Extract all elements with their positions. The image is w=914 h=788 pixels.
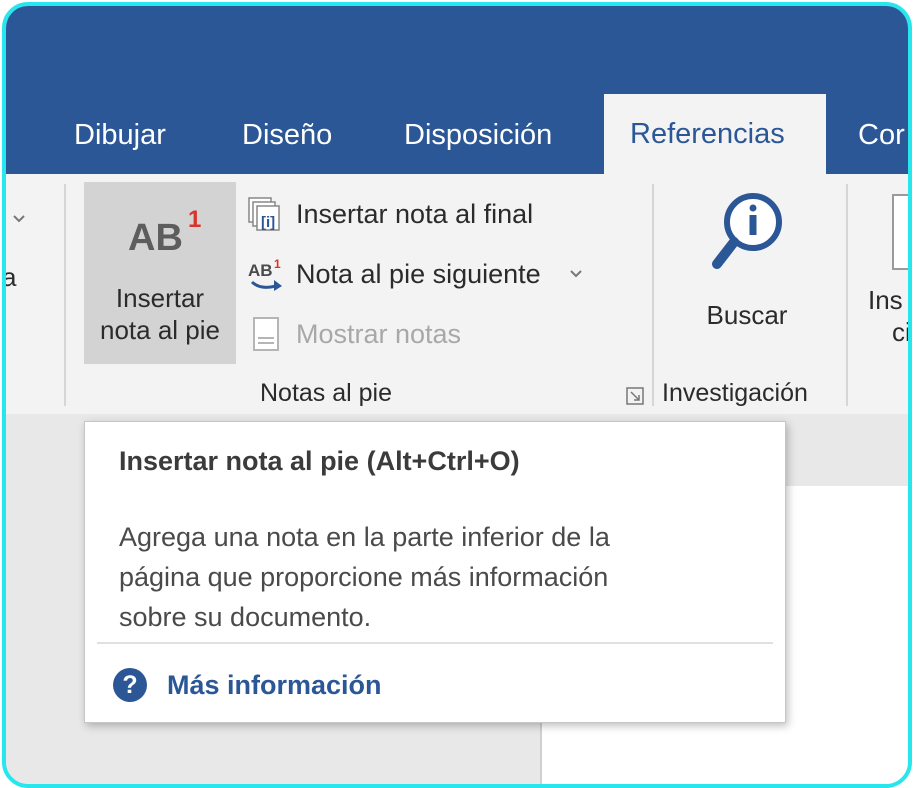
insert-citation-label-1: Ins bbox=[868, 285, 903, 315]
more-info-label: Más información bbox=[167, 669, 382, 700]
insert-footnote-label-2: nota al pie bbox=[100, 315, 220, 345]
insert-citation-button[interactable]: Ins ci bbox=[868, 284, 911, 348]
chevron-down-icon[interactable] bbox=[12, 214, 26, 224]
insert-endnote-label: Insertar nota al final bbox=[296, 198, 534, 229]
group-separator bbox=[846, 184, 848, 406]
ribbon-tabs: Dibujar Diseño Disposición Referencias C… bbox=[6, 94, 908, 174]
tooltip-description: Agrega una nota en la parte inferior de … bbox=[119, 517, 610, 637]
next-footnote-label: Nota al pie siguiente bbox=[296, 258, 541, 289]
research-group-label: Investigación bbox=[662, 379, 808, 407]
insert-citation-label-2: ci bbox=[892, 317, 911, 347]
title-bar bbox=[6, 6, 908, 94]
next-footnote-icon: AB 1 bbox=[248, 257, 282, 291]
footnote-icon: AB 1 bbox=[128, 206, 202, 259]
partial-left-label: a bbox=[2, 262, 17, 292]
more-info-link[interactable]: ? Más información bbox=[113, 668, 382, 702]
tooltip-insert-footnote: Insertar nota al pie (Alt+Ctrl+O) Agrega… bbox=[84, 421, 786, 723]
group-separator bbox=[64, 184, 66, 406]
tab-referencias[interactable]: Referencias bbox=[604, 94, 826, 174]
tab-dibujar[interactable]: Dibujar bbox=[74, 119, 166, 152]
insert-endnote-button[interactable]: [i] Insertar nota al final bbox=[246, 194, 533, 234]
show-notes-button[interactable]: Mostrar notas bbox=[246, 314, 461, 354]
insert-citation-icon bbox=[892, 194, 908, 270]
next-footnote-button[interactable]: AB 1 Nota al pie siguiente bbox=[246, 254, 583, 294]
ribbon-panel: a AB 1 Insertar nota al pie [i] Insertar… bbox=[6, 174, 908, 414]
insert-footnote-label-1: Insertar bbox=[115, 283, 205, 313]
svg-text:AB: AB bbox=[248, 261, 273, 280]
tab-diseno[interactable]: Diseño bbox=[242, 119, 332, 152]
search-icon bbox=[712, 193, 782, 269]
footnotes-group-label: Notas al pie bbox=[260, 379, 393, 407]
tab-disposicion[interactable]: Disposición bbox=[404, 119, 552, 152]
search-label: Buscar bbox=[706, 300, 788, 330]
chevron-down-icon[interactable] bbox=[569, 269, 583, 279]
tooltip-description-line: sobre su documento. bbox=[119, 602, 372, 632]
svg-text:1: 1 bbox=[274, 257, 281, 271]
insert-footnote-button[interactable]: AB 1 Insertar nota al pie bbox=[84, 182, 236, 364]
show-notes-icon bbox=[253, 317, 279, 351]
tooltip-description-line: Agrega una nota en la parte inferior de … bbox=[119, 522, 610, 552]
dialog-launcher-icon[interactable] bbox=[626, 387, 644, 405]
help-icon: ? bbox=[113, 668, 147, 702]
tab-correspondencia[interactable]: Cor bbox=[858, 119, 905, 152]
tooltip-divider bbox=[97, 642, 773, 644]
tooltip-description-line: página que proporcione más información bbox=[119, 562, 609, 592]
tooltip-title: Insertar nota al pie (Alt+Ctrl+O) bbox=[119, 446, 520, 476]
search-button[interactable]: Buscar bbox=[692, 182, 802, 364]
svg-text:[i]: [i] bbox=[261, 214, 275, 231]
endnote-icon: [i] bbox=[248, 197, 280, 231]
group-separator bbox=[652, 184, 654, 406]
word-window: Dibujar Diseño Disposición Referencias C… bbox=[2, 2, 912, 788]
show-notes-label: Mostrar notas bbox=[296, 318, 462, 349]
